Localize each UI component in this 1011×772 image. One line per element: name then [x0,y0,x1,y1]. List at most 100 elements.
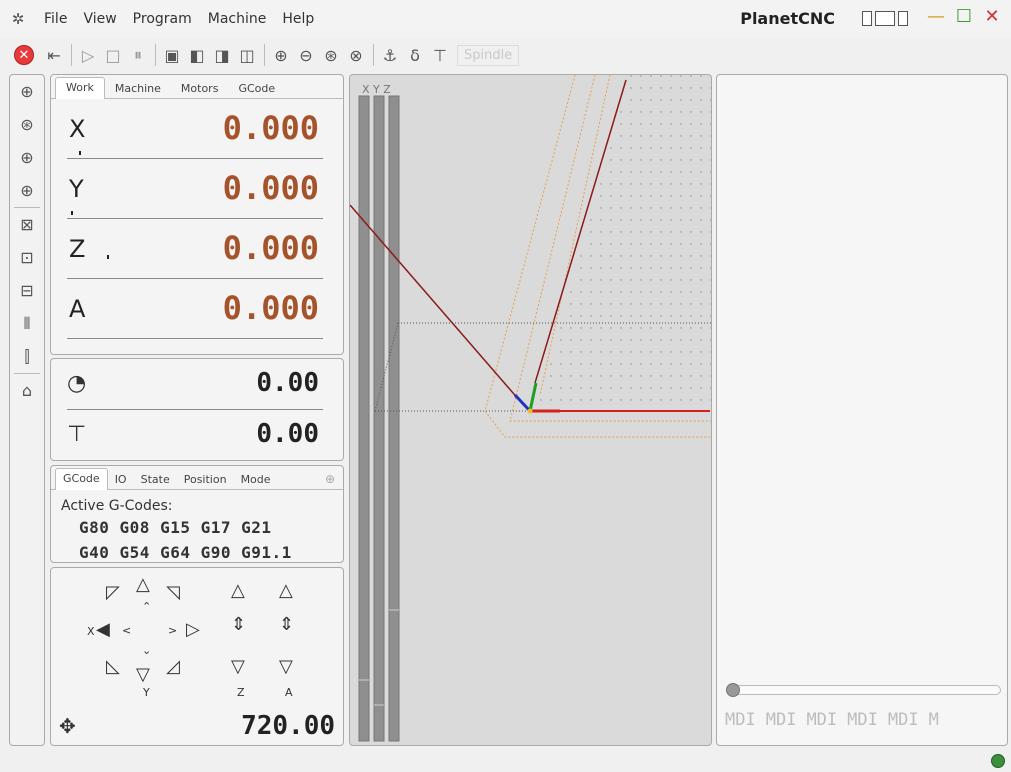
mdi-button[interactable]: M [929,710,939,730]
mdi-button[interactable]: MDI [888,710,919,730]
set-zero-icon[interactable]: ⊠ [10,208,44,241]
tool-probe-icon[interactable]: ⚓ [378,43,402,67]
set-z-icon[interactable]: ⊟ [10,274,44,307]
menu-machine[interactable]: Machine [200,11,275,27]
play-icon[interactable]: ▷ [76,43,100,67]
axis-row-z[interactable]: Z 0.000 [67,219,323,279]
jog-x-plus-small-icon[interactable]: > [168,624,177,637]
spindle-icon: ⊤ [67,422,87,447]
menu-bar: ✲ File View Program Machine Help PlanetC… [0,0,1011,38]
z-axis-bar [388,95,400,742]
spindle-icon[interactable]: ⊤ [428,43,452,67]
set-xy-icon[interactable]: ⊡ [10,241,44,274]
tab-mode[interactable]: Mode [234,470,278,489]
feed-value: 0.00 [256,368,319,398]
goto-zero-icon[interactable]: ⊕ [10,75,44,108]
layout-right-icon[interactable] [898,11,908,26]
mdi-slider[interactable] [726,683,1001,697]
axis-row-x[interactable]: X 0.000 [67,99,323,159]
spindle-button[interactable]: Spindle [457,44,520,66]
emergency-stop-button[interactable]: ✕ [14,45,34,65]
axis-row-a[interactable]: A 0.000 [67,279,323,339]
layout-center-icon[interactable] [875,11,895,26]
speedometer-icon: ◔ [67,371,87,396]
jog-x-minus-icon[interactable]: ◀ [96,619,110,640]
jog-y-minus-small-icon[interactable]: ⌄ [142,644,151,657]
spindle-value: 0.00 [256,419,319,449]
feed-row[interactable]: ◔ 0.00 [67,359,323,409]
tool-measure-icon[interactable]: δ [403,43,427,67]
jog-a-plus-icon[interactable]: △ [279,580,293,601]
jog-y-plus-small-icon[interactable]: ⌃ [142,600,151,613]
tab-gcode-info[interactable]: GCode [55,468,108,490]
jog-z-minus-icon[interactable]: ▽ [231,656,245,677]
jog-y-plus-icon[interactable]: △ [136,574,150,595]
add-tab-icon[interactable]: ⊕ [325,472,335,486]
mdi-button[interactable]: MDI [847,710,878,730]
jog-x-minus-small-icon[interactable]: < [122,624,131,637]
3d-view[interactable]: X Y Z [349,74,712,746]
slider-knob[interactable] [726,683,740,697]
spindle-row[interactable]: ⊤ 0.00 [67,409,323,459]
menu-program[interactable]: Program [125,11,200,27]
active-gcodes-line: G80 G08 G15 G17 G21 [79,518,272,537]
jog-speed-value[interactable]: 720.00 [241,711,335,741]
measure-tool-icon[interactable]: ⫴ [10,307,44,340]
tool-length-icon[interactable]: ⫿ [10,340,44,373]
minimize-button[interactable]: — [925,4,947,30]
layout-left-icon[interactable] [862,11,872,26]
tab-work[interactable]: Work [55,77,105,99]
move-arrows-icon: ✥ [59,714,76,738]
jog-a-small-icon[interactable]: ⇕ [279,614,294,635]
mdi-buttons: MDI MDI MDI MDI MDI M [725,710,1007,730]
axis-marker [71,211,73,215]
right-panel: MDI MDI MDI MDI MDI M [716,74,1008,746]
axis-row-y[interactable]: Y 0.000 [67,159,323,219]
pause-icon[interactable]: ⏸ [126,43,150,67]
mdi-button[interactable]: MDI [725,710,756,730]
view-front-icon[interactable]: ▣ [160,43,184,67]
jog-x-plus-icon[interactable]: ▷ [186,619,200,640]
zoom-in-icon[interactable]: ⊕ [269,43,293,67]
menu-view[interactable]: View [75,11,124,27]
zoom-fit-icon[interactable]: ⊛ [319,43,343,67]
toolpath-view: X Y Z [350,75,711,742]
close-button[interactable]: ✕ [981,4,1003,30]
goto-g30-icon[interactable]: ⊕ [10,174,44,207]
jog-y-minus-icon[interactable]: ▽ [136,664,150,685]
menu-help[interactable]: Help [274,11,322,27]
axis-bar-labels: X Y Z [362,83,391,96]
jog-z-plus-icon[interactable]: △ [231,580,245,601]
view-side-icon[interactable]: ◧ [185,43,209,67]
axis-value-z: 0.000 [222,229,319,267]
jog-a-minus-icon[interactable]: ▽ [279,656,293,677]
tab-io[interactable]: IO [108,470,134,489]
view-top-icon[interactable]: ◨ [210,43,234,67]
jog-down-left-icon[interactable]: ◺ [106,656,120,677]
tab-state[interactable]: State [134,470,177,489]
goto-g28-icon[interactable]: ⊕ [10,141,44,174]
tab-motors[interactable]: Motors [171,79,229,98]
jog-down-right-icon[interactable]: ◿ [166,656,180,677]
active-gcodes-line: G40 G54 G64 G90 G91.1 [79,543,292,562]
goto-xy-icon[interactable]: ⊛ [10,108,44,141]
zoom-all-icon[interactable]: ⊗ [344,43,368,67]
jog-up-right-icon[interactable]: ◹ [166,582,180,603]
stop-square-icon[interactable]: □ [101,43,125,67]
menu-file[interactable]: File [36,11,75,27]
axis-value-y: 0.000 [222,169,319,207]
jog-up-left-icon[interactable]: ◸ [106,582,120,603]
mdi-button[interactable]: MDI [806,710,837,730]
jog-z-small-icon[interactable]: ⇕ [231,614,246,635]
coordinates-panel: Work Machine Motors GCode X 0.000 Y 0.00… [50,74,344,355]
mdi-button[interactable]: MDI [766,710,797,730]
maximize-button[interactable]: ☐ [953,4,975,30]
y-axis-arrow [528,382,538,412]
exit-icon[interactable]: ⇤ [42,43,66,67]
home-icon[interactable]: ⌂ [10,374,44,407]
view-iso-icon[interactable]: ◫ [235,43,259,67]
zoom-out-icon[interactable]: ⊖ [294,43,318,67]
tab-gcode[interactable]: GCode [228,79,285,98]
tab-machine[interactable]: Machine [105,79,171,98]
tab-position[interactable]: Position [177,470,234,489]
